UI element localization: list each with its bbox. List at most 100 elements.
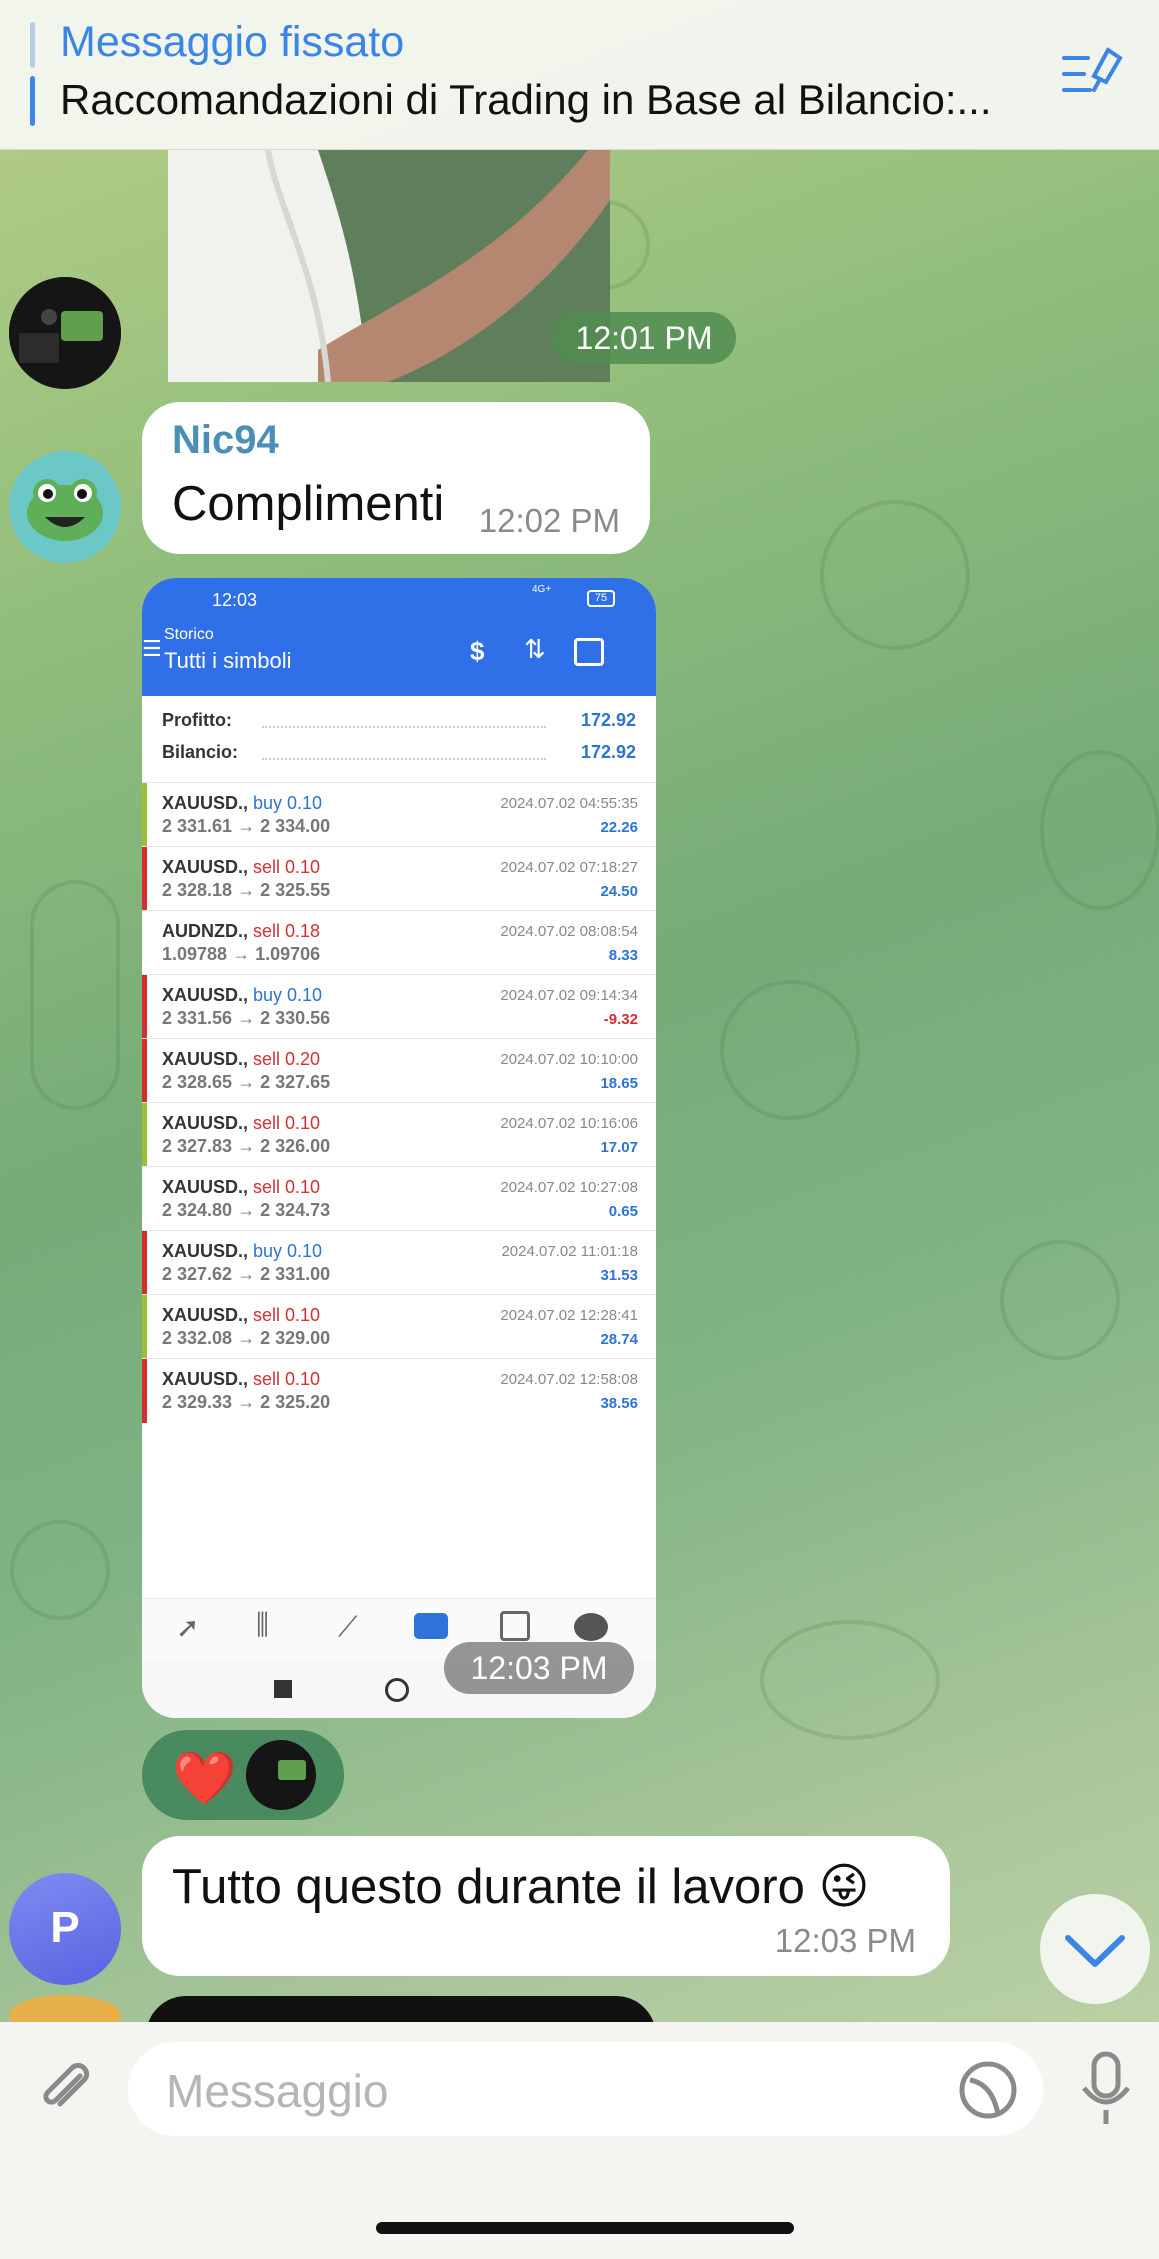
- pinned-message-bar[interactable]: Messaggio fissato Raccomandazioni di Tra…: [0, 0, 1159, 150]
- trade-prices: 2 331.61 → 2 334.00: [162, 816, 331, 836]
- screenshot-appbar: ☰ Storico Tutti i simboli $ ⇅: [142, 620, 656, 696]
- trade-prices: 1.09788 → 1.09706: [162, 944, 321, 964]
- message-time: 12:02 PM: [478, 502, 620, 539]
- trade-row: XAUUSD., buy 0.10 2 331.56 → 2 330.56 2024…: [142, 974, 656, 1039]
- photo-timestamp: 12:01 PM: [552, 312, 736, 364]
- screenshot-timestamp: 12:03 PM: [444, 1642, 634, 1694]
- message-bubble[interactable]: Nic94 Complimenti 12:02 PM: [142, 402, 650, 554]
- trade-side: buy 0.10: [253, 985, 323, 1005]
- background-doodle: [720, 980, 860, 1120]
- status-time: 12:03: [212, 590, 258, 610]
- trade-stripe: [142, 1295, 147, 1359]
- calendar-icon: [574, 638, 604, 666]
- trade-date: 2024.07.02 04:55:35: [500, 795, 638, 812]
- trade-profit: 24.50: [600, 883, 638, 900]
- profit-value: 172.92: [580, 710, 636, 730]
- trade-date: 2024.07.02 09:14:34: [500, 987, 638, 1004]
- reaction-chip[interactable]: ❤️: [142, 1730, 344, 1820]
- trade-symbol: XAUUSD., sell 0.10: [162, 1113, 321, 1133]
- trade-stripe: [142, 1039, 147, 1103]
- avatar-image: [9, 277, 121, 389]
- user-avatar[interactable]: [9, 277, 121, 389]
- trade-side: buy 0.10: [253, 1241, 323, 1261]
- pinned-list-icon[interactable]: [1060, 44, 1124, 104]
- trade-profit: 31.53: [600, 1267, 638, 1284]
- background-doodle: [760, 1620, 940, 1740]
- trade-icon: ➚: [176, 1612, 200, 1643]
- chart-icon: ⟋: [338, 1611, 358, 1642]
- microphone-icon[interactable]: [1076, 2050, 1136, 2130]
- message-bubble[interactable]: Tutto questo durante il lavoro 😜 12:03 P…: [142, 1836, 950, 1976]
- sticker-icon[interactable]: [956, 2058, 1020, 2122]
- reactor-avatar: [246, 1740, 316, 1810]
- chevron-down-icon: [1065, 1935, 1125, 1967]
- trade-stripe: [142, 783, 147, 847]
- trade-profit: 38.56: [600, 1395, 638, 1412]
- trade-side: sell 0.20: [253, 1049, 321, 1069]
- background-doodle: [820, 500, 970, 650]
- trade-prices: 2 328.18 → 2 325.55: [162, 880, 331, 900]
- attach-icon[interactable]: [30, 2054, 100, 2124]
- trade-profit: 22.26: [600, 819, 638, 836]
- trade-stripe: [142, 911, 147, 975]
- pinned-text: Raccomandazioni di Trading in Base al Bi…: [60, 76, 992, 123]
- trade-side: sell 0.10: [253, 1369, 321, 1389]
- avatar-letter: P: [50, 1903, 80, 1952]
- chat-icon: [574, 1613, 608, 1641]
- appbar-title: Tutti i simboli: [164, 648, 292, 673]
- message-input[interactable]: Messaggio: [128, 2042, 1043, 2136]
- photo-message[interactable]: [168, 150, 610, 382]
- scroll-down-button[interactable]: [1040, 1894, 1150, 2004]
- home-indicator: [376, 2222, 794, 2234]
- trade-row: XAUUSD., buy 0.10 2 327.62 → 2 331.00 2024…: [142, 1230, 656, 1295]
- trade-prices: 2 328.65 → 2 327.65: [162, 1072, 331, 1092]
- pinned-title: Messaggio fissato: [60, 18, 405, 66]
- balance-label: Bilancio:: [162, 742, 239, 762]
- candles-icon: ⫼: [256, 1609, 269, 1640]
- balance-row: Bilancio: 172.92: [162, 742, 636, 772]
- trade-profit: 28.74: [600, 1331, 638, 1348]
- trade-side: sell 0.10: [253, 1305, 321, 1325]
- trade-side: sell 0.10: [253, 1113, 321, 1133]
- trade-profit: 0.65: [608, 1203, 638, 1220]
- message-author[interactable]: Nic94: [172, 418, 279, 463]
- trade-side: sell 0.10: [253, 857, 321, 877]
- menu-icon: ☰: [142, 636, 162, 661]
- trade-date: 2024.07.02 12:28:41: [500, 1307, 638, 1324]
- trade-row: XAUUSD., sell 0.10 2 328.18 → 2 325.55 202…: [142, 846, 656, 911]
- status-network: 4G+: [532, 584, 552, 595]
- trade-symbol: XAUUSD., buy 0.10: [162, 985, 323, 1005]
- trade-symbol: AUDNZD., sell 0.18: [162, 921, 321, 941]
- background-doodle: [1040, 750, 1159, 910]
- trade-date: 2024.07.02 10:27:08: [500, 1179, 638, 1196]
- trade-symbol: XAUUSD., sell 0.10: [162, 857, 321, 877]
- trade-row: XAUUSD., sell 0.10 2 329.33 → 2 325.20 202…: [142, 1358, 656, 1423]
- trade-date: 2024.07.02 11:01:18: [501, 1243, 638, 1260]
- screenshot-message[interactable]: 12:03 4G+ 75 ☰ Storico Tutti i simboli $…: [142, 578, 656, 1718]
- trade-prices: 2 329.33 → 2 325.20: [162, 1392, 331, 1412]
- trade-profit: 18.65: [600, 1075, 638, 1092]
- trade-stripe: [142, 1231, 147, 1295]
- message-text: Tutto questo durante il lavoro 😜: [172, 1860, 870, 1914]
- background-doodle: [10, 1520, 110, 1620]
- screenshot-statusbar: 12:03 4G+ 75: [142, 578, 656, 620]
- trade-stripe: [142, 847, 147, 911]
- trade-prices: 2 327.83 → 2 326.00: [162, 1136, 331, 1156]
- history-icon: [414, 1613, 448, 1639]
- trade-profit: 8.33: [608, 947, 638, 964]
- trade-prices: 2 332.08 → 2 329.00: [162, 1328, 331, 1348]
- nic94-avatar[interactable]: [9, 451, 121, 563]
- balance-value: 172.92: [580, 742, 636, 762]
- message-input-placeholder: Messaggio: [166, 2065, 389, 2117]
- trade-stripe: [142, 975, 147, 1039]
- trade-profit: 17.07: [600, 1139, 638, 1156]
- news-icon: [500, 1611, 530, 1641]
- user-avatar-p[interactable]: P: [9, 1873, 121, 1985]
- profit-label: Profitto:: [162, 710, 232, 730]
- trade-symbol: XAUUSD., buy 0.10: [162, 793, 323, 813]
- trade-date: 2024.07.02 12:58:08: [500, 1371, 638, 1388]
- heart-reaction-icon: ❤️: [172, 1750, 237, 1808]
- trade-prices: 2 331.56 → 2 330.56: [162, 1008, 331, 1028]
- trade-stripe: [142, 1167, 147, 1231]
- trade-stripe: [142, 1103, 147, 1167]
